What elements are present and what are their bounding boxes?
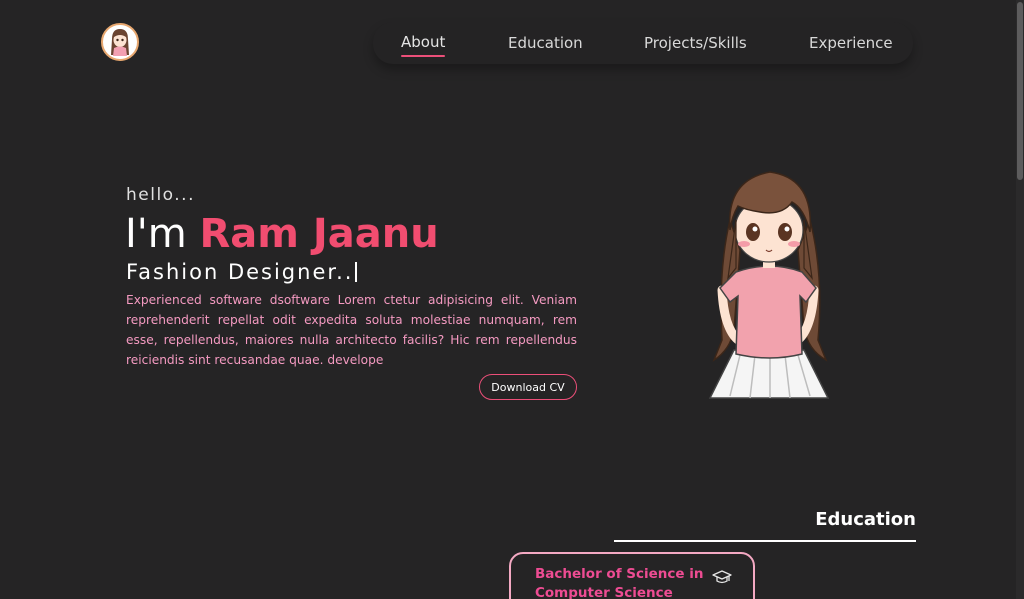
intro-prefix: I'm	[125, 211, 200, 257]
nav-experience-label: Experience	[809, 34, 893, 52]
education-title-divider	[614, 540, 916, 542]
role-text: Fashion Designer..	[126, 260, 354, 284]
hero-name: Ram Jaanu	[199, 211, 439, 257]
nav-projects-skills[interactable]: Projects/Skills	[644, 34, 747, 52]
cartoon-girl-illustration	[700, 160, 835, 400]
role-typing-text: Fashion Designer..	[126, 260, 358, 284]
page-scrollbar[interactable]	[1016, 0, 1024, 599]
greeting-text: hello...	[126, 185, 195, 205]
nav-projects-skills-label: Projects/Skills	[644, 34, 747, 52]
hero-heading: I'm Ram Jaanu	[125, 208, 439, 260]
portfolio-page: About Education Projects/Skills Experien…	[0, 0, 1024, 599]
nav-experience[interactable]: Experience	[809, 34, 893, 52]
education-card: Bachelor of Science in Computer Science	[509, 552, 755, 599]
nav-about-label: About	[401, 33, 446, 51]
main-nav: About Education Projects/Skills Experien…	[373, 22, 913, 64]
graduation-cap-icon	[712, 569, 732, 585]
education-section-title: Education	[815, 509, 916, 530]
nav-education-label: Education	[508, 34, 583, 52]
nav-education[interactable]: Education	[508, 34, 583, 52]
avatar-logo-icon[interactable]	[101, 23, 139, 61]
scrollbar-thumb[interactable]	[1017, 2, 1023, 180]
degree-title: Bachelor of Science in Computer Science	[535, 566, 704, 599]
nav-about[interactable]: About	[401, 33, 446, 57]
active-nav-underline	[401, 55, 446, 57]
bio-paragraph: Experienced software dsoftware Lorem cte…	[126, 293, 577, 367]
typing-caret	[355, 262, 358, 282]
download-cv-button[interactable]: Download CV	[479, 374, 577, 400]
